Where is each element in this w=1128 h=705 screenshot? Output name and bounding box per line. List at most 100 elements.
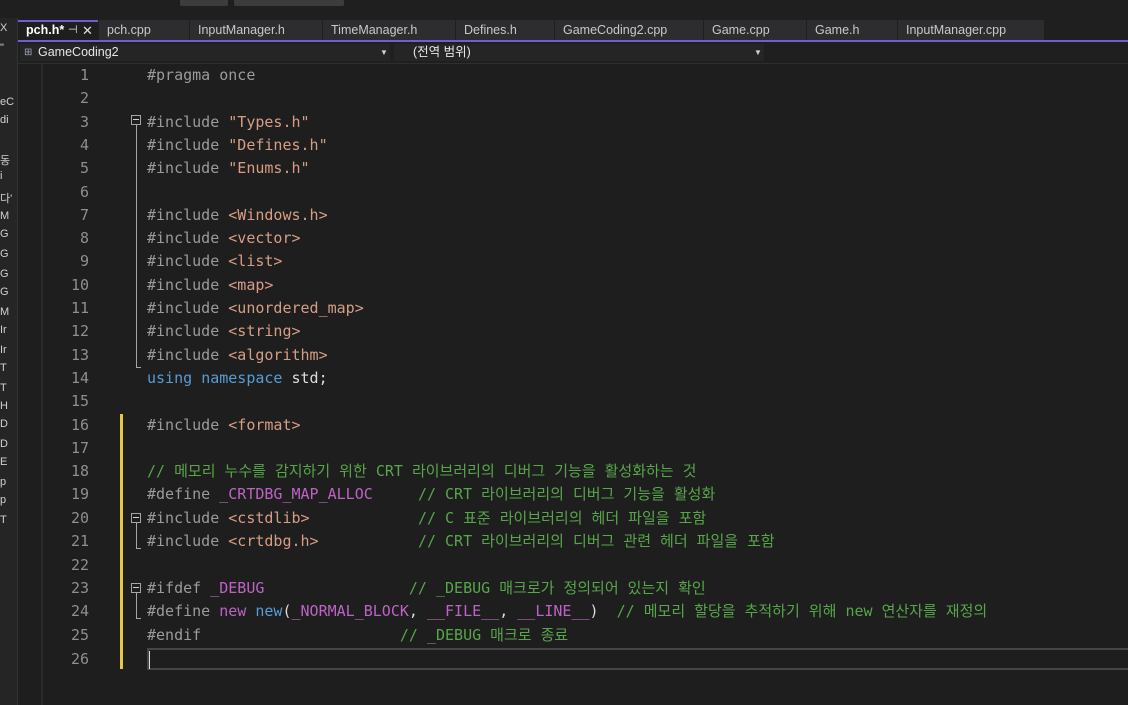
code-line-23[interactable]: #ifdef _DEBUG // _DEBUG 매크로가 정의되어 있는지 확인 <box>147 577 706 600</box>
solution-tree-item[interactable]: p <box>0 494 6 506</box>
code-line-24[interactable]: #define new new(_NORMAL_BLOCK, __FILE__,… <box>147 600 987 623</box>
code-line-8[interactable]: #include <vector> <box>147 227 301 250</box>
code-line-5[interactable]: #include "Enums.h" <box>147 157 310 180</box>
line-number: 8 <box>79 229 89 247</box>
toolbar-dropdown[interactable] <box>180 0 228 6</box>
line-number: 7 <box>79 206 89 224</box>
solution-tree-item[interactable]: T <box>0 382 7 394</box>
solution-tree-item[interactable]: D <box>0 418 8 430</box>
tab-inputmanager-cpp[interactable]: InputManager.cpp <box>898 20 1044 40</box>
line-number: 3 <box>79 113 89 131</box>
line-number: 17 <box>70 439 89 457</box>
project-dropdown[interactable]: ⊞ GameCoding2 ▼ <box>20 44 390 61</box>
line-number: 4 <box>79 136 89 154</box>
document-tab-bar: pch.h* ⊣ ✕ pch.cpp InputManager.h TimeMa… <box>18 18 1128 40</box>
line-number: 26 <box>70 650 89 668</box>
tab-game-cpp[interactable]: Game.cpp <box>704 20 806 40</box>
line-number: 9 <box>79 252 89 270</box>
tab-label: pch.cpp <box>107 23 151 37</box>
code-line-18[interactable]: // 메모리 누수를 감지하기 위한 CRT 라이브러리의 디버그 기능을 활성… <box>147 460 696 483</box>
tab-gamecoding2-cpp[interactable]: GameCoding2.cpp <box>555 20 703 40</box>
line-number: 24 <box>70 602 89 620</box>
solution-tree-item[interactable]: p <box>0 476 6 488</box>
solution-tree-item[interactable]: 동 <box>0 152 10 168</box>
fold-collapse-icon[interactable] <box>131 583 141 593</box>
line-number: 15 <box>70 392 89 410</box>
scope-dropdown[interactable]: (전역 범위) ▼ <box>394 44 764 61</box>
line-number: 10 <box>70 276 89 294</box>
code-line-16[interactable]: #include <format> <box>147 414 301 437</box>
tab-pch-h[interactable]: pch.h* ⊣ ✕ <box>18 20 98 40</box>
solution-tree-item[interactable]: E <box>0 456 7 468</box>
line-number: 12 <box>70 322 89 340</box>
line-number: 18 <box>70 462 89 480</box>
solution-tree-item[interactable]: G <box>0 248 9 260</box>
scope-name: (전역 범위) <box>413 45 471 59</box>
solution-tree-item[interactable]: X <box>0 22 7 34</box>
project-name: GameCoding2 <box>38 45 119 59</box>
solution-tree-item[interactable]: M <box>0 306 9 318</box>
code-line-3[interactable]: #include "Types.h" <box>147 111 310 134</box>
solution-tree-item[interactable]: i <box>0 170 2 182</box>
fold-guide <box>136 125 137 368</box>
solution-tree-item[interactable]: H <box>0 400 8 412</box>
tab-label: Defines.h <box>464 23 517 37</box>
solution-tree-item[interactable]: T <box>0 514 7 526</box>
tab-label: InputManager.h <box>198 23 285 37</box>
solution-tree-item[interactable]: " <box>0 42 4 54</box>
close-icon[interactable]: ✕ <box>82 22 93 39</box>
code-line-11[interactable]: #include <unordered_map> <box>147 297 364 320</box>
solution-tree-item[interactable]: G <box>0 268 9 280</box>
fold-guide-end <box>136 618 141 619</box>
tab-inputmanager-h[interactable]: InputManager.h <box>190 20 322 40</box>
pin-icon[interactable]: ⊣ <box>68 22 78 39</box>
line-number: 6 <box>79 183 89 201</box>
toolbar-dropdown[interactable] <box>234 0 344 6</box>
indicator-margin <box>18 64 42 705</box>
line-number: 25 <box>70 626 89 644</box>
code-line-21[interactable]: #include <crtdbg.h> // CRT 라이브러리의 디버그 관련… <box>147 530 775 553</box>
code-line-7[interactable]: #include <Windows.h> <box>147 204 328 227</box>
solution-tree-item[interactable]: eC <box>0 96 14 108</box>
line-number: 16 <box>70 416 89 434</box>
line-number: 14 <box>70 369 89 387</box>
code-line-12[interactable]: #include <string> <box>147 320 301 343</box>
solution-tree-item[interactable]: D <box>0 438 8 450</box>
fold-collapse-icon[interactable] <box>131 115 141 125</box>
code-editor[interactable]: 1 2 3 4 5 6 7 8 9 10 11 12 13 14 15 16 17 18 19 20 21 22 23 24 2… <box>43 64 1128 705</box>
code-line-19[interactable]: #define _CRTDBG_MAP_ALLOC // CRT 라이브러리의 … <box>147 483 715 506</box>
line-number: 5 <box>79 159 89 177</box>
solution-tree-item[interactable]: M <box>0 210 9 222</box>
line-number: 21 <box>70 532 89 550</box>
code-line-1[interactable]: #pragma once <box>147 64 255 87</box>
code-line-9[interactable]: #include <list> <box>147 250 282 273</box>
fold-collapse-icon[interactable] <box>131 513 141 523</box>
code-line-4[interactable]: #include "Defines.h" <box>147 134 328 157</box>
chevron-down-icon: ▼ <box>754 48 762 57</box>
solution-tree-item[interactable]: di <box>0 114 9 126</box>
solution-tree-item[interactable]: T <box>0 362 7 374</box>
solution-tree-item[interactable]: 다' <box>0 190 12 206</box>
code-line-20[interactable]: #include <cstdlib> // C 표준 라이브러리의 헤더 파일을… <box>147 507 706 530</box>
code-line-25[interactable]: #endif // _DEBUG 매크로 종료 <box>147 624 568 647</box>
line-number: 22 <box>70 556 89 574</box>
line-number: 19 <box>70 485 89 503</box>
tab-defines-h[interactable]: Defines.h <box>456 20 554 40</box>
code-line-14[interactable]: using namespace std; <box>147 367 328 390</box>
solution-tree-item[interactable]: Ir <box>0 344 7 356</box>
solution-tree-item[interactable]: Ir <box>0 324 7 336</box>
tab-label: GameCoding2.cpp <box>563 23 668 37</box>
tab-game-h[interactable]: Game.h <box>807 20 897 40</box>
code-line-13[interactable]: #include <algorithm> <box>147 344 328 367</box>
tab-label: pch.h* <box>26 23 65 37</box>
line-number: 1 <box>79 66 89 84</box>
solution-tree-item[interactable]: G <box>0 228 9 240</box>
code-line-10[interactable]: #include <map> <box>147 274 273 297</box>
tab-pch-cpp[interactable]: pch.cpp <box>99 20 189 40</box>
line-number: 2 <box>79 89 89 107</box>
current-line-highlight <box>147 648 1128 670</box>
line-number: 20 <box>70 509 89 527</box>
tab-timemanager-h[interactable]: TimeManager.h <box>323 20 455 40</box>
text-caret <box>149 651 150 669</box>
solution-tree-item[interactable]: G <box>0 286 9 298</box>
